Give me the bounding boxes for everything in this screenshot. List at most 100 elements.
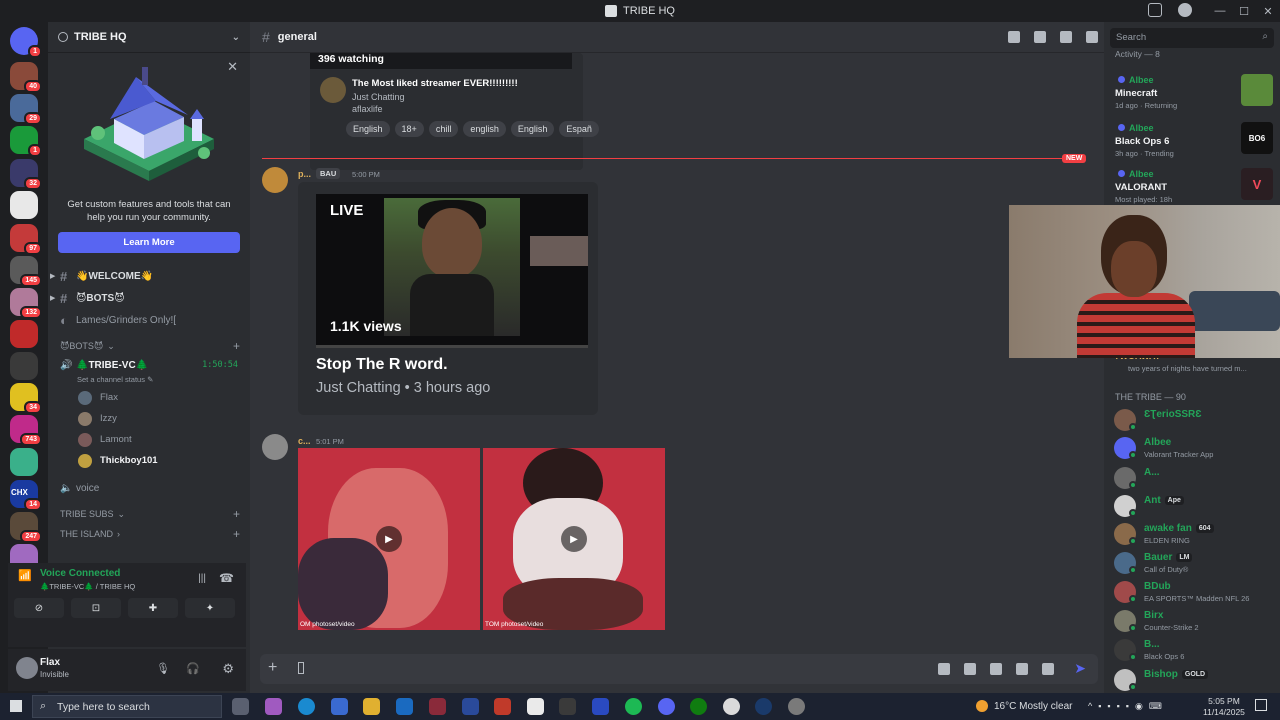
soundboard-button[interactable]: ✦ [185, 598, 235, 618]
message-composer[interactable]: + ➤ [260, 654, 1098, 684]
activity-card[interactable]: Albee Black Ops 6 3h ago · Trending BO6 [1109, 120, 1275, 164]
video-embed[interactable]: LIVE 1.1K views Stop The R word. Just Ch… [298, 182, 598, 415]
camera-off-button[interactable]: ⊘ [14, 598, 64, 618]
server-icon[interactable]: 40 [10, 62, 42, 93]
add-channel-icon[interactable]: + [233, 339, 240, 353]
avatar[interactable] [262, 434, 288, 460]
app-icon[interactable] [494, 698, 511, 715]
category-island[interactable]: THE ISLAND › + [48, 525, 250, 543]
system-tray-icons[interactable]: ^▪▪▪▪◉⌨ [1088, 701, 1168, 712]
channel-status-prompt[interactable]: Set a channel status ✎ [48, 375, 250, 387]
emoji-icon[interactable] [1016, 663, 1028, 675]
user-name[interactable]: Flax [40, 657, 60, 668]
stream-title[interactable]: The Most liked streamer EVER!!!!!!!!! [352, 78, 518, 89]
app-icon[interactable] [788, 698, 805, 715]
member-row[interactable]: Albee Valorant Tracker App [1114, 434, 1280, 462]
weather-widget[interactable]: 16°C Mostly clear [976, 700, 1072, 712]
voice-channel-tribe[interactable]: 🔊 🌲TRIBE-VC🌲 1:50:54 [48, 355, 250, 375]
video-attachment[interactable]: ▶ TOM photoset/video [483, 448, 665, 630]
minimize-button[interactable]: — [1208, 5, 1232, 17]
video-attachment[interactable]: ▶ OM photoset/video [298, 448, 480, 630]
notification-icon[interactable] [1255, 699, 1267, 711]
tag[interactable]: English [510, 121, 555, 137]
member-row[interactable]: Bishop GOLD [1114, 666, 1280, 693]
channel-lames[interactable]: ◐ Lames/Grinders Only![ [48, 309, 250, 331]
gear-icon[interactable]: ⚙ [222, 661, 234, 677]
tag[interactable]: Españ [559, 121, 599, 137]
voice-member[interactable]: Flax [48, 387, 250, 408]
tag[interactable]: 18+ [394, 121, 424, 137]
server-icon[interactable]: 29 [10, 94, 42, 125]
app-icon[interactable] [429, 698, 446, 715]
member-row[interactable]: ƐƮerioSSRƐ [1114, 406, 1280, 434]
help-icon[interactable] [1178, 3, 1192, 17]
play-icon[interactable]: ▶ [376, 526, 402, 552]
members-icon[interactable] [1086, 31, 1098, 43]
spotify-icon[interactable] [625, 698, 642, 715]
activity-card[interactable]: Albee Minecraft 1d ago · Returning [1109, 72, 1275, 116]
server-icon[interactable]: 132 [10, 288, 42, 319]
stream-embed[interactable]: 396 watching The Most liked streamer EVE… [310, 53, 599, 170]
taskbar-search[interactable]: ⌕ Type here to search [32, 695, 222, 718]
server-icon[interactable]: 247 [10, 512, 42, 543]
voice-member[interactable]: Thickboy101 [48, 450, 250, 471]
clock[interactable]: 5:05 PM 11/14/2025 [1203, 696, 1245, 718]
disconnect-icon[interactable]: ☎ [219, 571, 234, 585]
sticker-icon[interactable] [990, 663, 1002, 675]
threads-icon[interactable] [1008, 31, 1020, 43]
app-icon[interactable] [462, 698, 479, 715]
add-attachment-icon[interactable]: + [268, 659, 277, 677]
store-icon[interactable] [331, 698, 348, 715]
server-header[interactable]: TRIBE HQ ⌄ [48, 22, 250, 53]
app-icon[interactable] [559, 698, 576, 715]
server-icon[interactable]: CHX 14 [10, 480, 42, 511]
server-icon[interactable]: 1 [10, 126, 42, 157]
apps-icon[interactable] [1042, 663, 1054, 675]
learn-more-button[interactable]: Learn More [58, 232, 240, 253]
server-icon[interactable]: 145 [10, 256, 42, 287]
pin-icon[interactable] [1060, 31, 1072, 43]
server-icon[interactable]: 743 [10, 415, 42, 446]
voice-member[interactable]: Lamont [48, 429, 250, 450]
mic-icon[interactable]: 🎙 [156, 662, 170, 675]
task-view-icon[interactable] [232, 698, 249, 715]
voice-location[interactable]: 🌲TRIBE-VC🌲 / TRIBE HQ [40, 582, 135, 591]
bell-icon[interactable] [1034, 31, 1046, 43]
voice-channel-voice[interactable]: 🔈 voice [48, 477, 250, 499]
tag[interactable]: english [463, 121, 506, 137]
steam-icon[interactable] [755, 698, 772, 715]
outlook-icon[interactable] [396, 698, 413, 715]
tag[interactable]: chill [428, 121, 459, 137]
close-icon[interactable]: ✕ [227, 59, 238, 75]
member-row[interactable]: A... [1114, 464, 1280, 492]
server-icon[interactable] [10, 191, 38, 219]
close-window-button[interactable]: ✕ [1256, 5, 1280, 18]
member-row[interactable]: Bauer LM Call of Duty® [1114, 549, 1280, 577]
tag[interactable]: English [346, 121, 390, 137]
video-title[interactable]: Stop The R word. [316, 356, 448, 374]
avatar[interactable] [262, 167, 288, 193]
chevron-down-icon[interactable]: ⌄ [232, 32, 240, 43]
gif-icon[interactable] [964, 663, 976, 675]
server-icon[interactable]: 32 [10, 159, 42, 190]
inbox-icon[interactable] [1148, 3, 1162, 17]
server-icon[interactable] [10, 448, 38, 476]
headphones-icon[interactable]: 🎧 [186, 662, 200, 675]
maximize-button[interactable]: ☐ [1232, 5, 1256, 18]
message-author[interactable]: p... [298, 169, 311, 179]
category-bots[interactable]: 😈BOTS😈 ⌄ + [48, 337, 250, 355]
member-row[interactable]: Ant Ape [1114, 492, 1280, 520]
voice-status[interactable]: Voice Connected [40, 568, 120, 579]
edge-icon[interactable] [298, 698, 315, 715]
play-icon[interactable]: ▶ [561, 526, 587, 552]
discord-icon[interactable] [658, 698, 675, 715]
discord-home-button[interactable]: 1 [10, 27, 42, 58]
activities-button[interactable]: ✚ [128, 598, 178, 618]
xbox-icon[interactable] [690, 698, 707, 715]
channel-bots[interactable]: ▶ # 😈BOTS😈 [48, 287, 250, 309]
message-author[interactable]: c... [298, 436, 311, 446]
app-icon[interactable] [723, 698, 740, 715]
app-icon[interactable] [592, 698, 609, 715]
send-icon[interactable]: ➤ [1074, 660, 1086, 677]
add-channel-icon[interactable]: + [233, 527, 240, 541]
